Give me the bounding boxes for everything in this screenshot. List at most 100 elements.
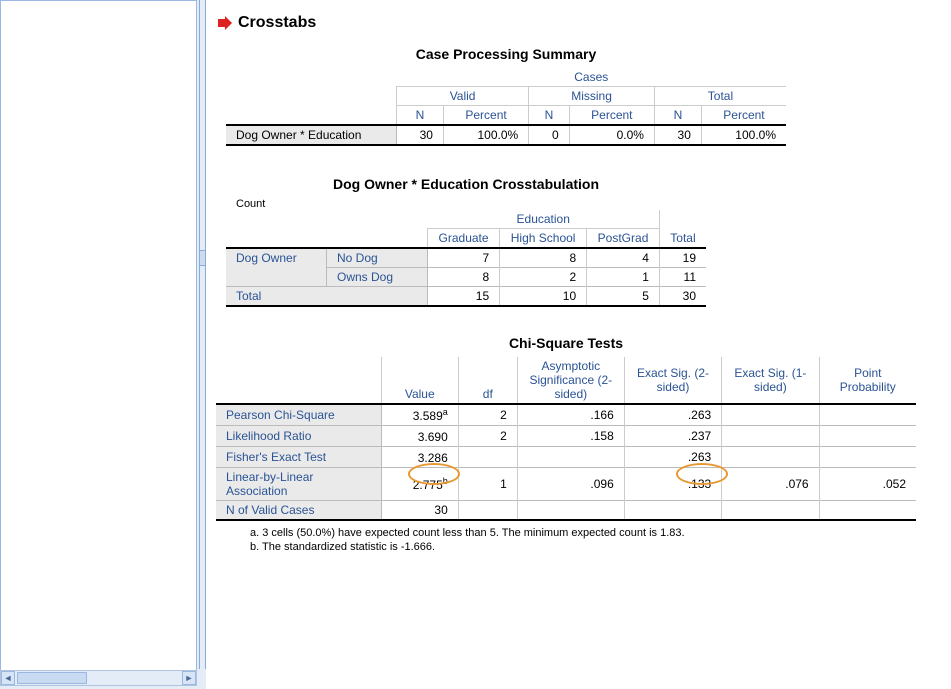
crosstab-col: PostGrad: [587, 229, 660, 249]
chi-col: Point Probability: [819, 357, 916, 404]
pane-splitter[interactable]: [199, 0, 206, 669]
col-percent: Percent: [701, 106, 786, 126]
section-arrow-icon: [216, 16, 232, 30]
cell: 3.589a: [381, 404, 458, 426]
cs-missing-n: 0: [529, 125, 570, 145]
chi-col: Asymptotic Significance (2-sided): [517, 357, 624, 404]
col-percent: Percent: [443, 106, 528, 126]
cell: 2: [458, 404, 517, 426]
chi-col: Exact Sig. (1-sided): [722, 357, 819, 404]
footnote-b: b. The standardized statistic is -1.666.: [250, 541, 916, 553]
cell: [819, 426, 916, 447]
cell: .158: [517, 426, 624, 447]
cell: .166: [517, 404, 624, 426]
chi-square-table: Value df Asymptotic Significance (2-side…: [216, 357, 916, 521]
col-group-missing: Missing: [529, 87, 655, 106]
cs-valid-n: 30: [397, 125, 444, 145]
cell: [722, 447, 819, 468]
chi-row-label: Fisher's Exact Test: [216, 447, 381, 468]
app-root: ◄ ► Crosstabs Case Processing Summary: [0, 0, 951, 689]
crosstab-total-row-label: Total: [226, 287, 428, 307]
output-content: Crosstabs Case Processing Summary Cases …: [206, 0, 951, 573]
chi-col: df: [458, 357, 517, 404]
cell: .096: [517, 468, 624, 501]
cell: .076: [722, 468, 819, 501]
chi-row-label: Pearson Chi-Square: [216, 404, 381, 426]
cell: 15: [428, 287, 500, 307]
chi-col: Value: [381, 357, 458, 404]
scroll-right-arrow-icon[interactable]: ►: [182, 671, 196, 685]
chi-row-label: Linear-by-Linear Association: [216, 468, 381, 501]
cell: 4: [587, 248, 660, 268]
cell: .237: [624, 426, 721, 447]
cell: .263: [624, 404, 721, 426]
cs-total-pct: 100.0%: [701, 125, 786, 145]
scroll-thumb[interactable]: [17, 672, 87, 684]
cs-total-n: 30: [654, 125, 701, 145]
cell: [458, 447, 517, 468]
output-viewer[interactable]: Crosstabs Case Processing Summary Cases …: [206, 0, 951, 689]
cell: 2: [458, 426, 517, 447]
crosstab-col: High School: [500, 229, 587, 249]
cell: [819, 404, 916, 426]
case-summary-title: Case Processing Summary: [226, 46, 786, 62]
crosstab-total-col: Total: [659, 210, 706, 248]
fisher-value-cell: 3.286: [381, 447, 458, 468]
col-group-valid: Valid: [397, 87, 529, 106]
crosstab-col: Graduate: [428, 229, 500, 249]
cell: [517, 447, 624, 468]
crosstab-col-super: Education: [428, 210, 660, 229]
cell: 30: [381, 501, 458, 521]
cell: 2.775b: [381, 468, 458, 501]
chi-col: Exact Sig. (2-sided): [624, 357, 721, 404]
chi-square-title: Chi-Square Tests: [216, 335, 916, 351]
crosstab-block: Dog Owner * Education Crosstabulation Co…: [226, 176, 706, 307]
cell: 30: [659, 287, 706, 307]
cell: 19: [659, 248, 706, 268]
section-title: Crosstabs: [238, 14, 316, 32]
crosstab-title: Dog Owner * Education Crosstabulation: [226, 176, 706, 192]
cell: 1: [587, 268, 660, 287]
case-summary-block: Case Processing Summary Cases Valid Miss…: [226, 46, 786, 146]
outline-pane[interactable]: [0, 0, 197, 671]
outline-scrollbar[interactable]: ◄ ►: [0, 670, 197, 686]
splitter-handle-icon[interactable]: [200, 250, 205, 266]
col-percent: Percent: [569, 106, 654, 126]
crosstab-table: Education Total Graduate High School Pos…: [226, 210, 706, 307]
cell: 8: [428, 268, 500, 287]
cell: [722, 426, 819, 447]
cell: [722, 501, 819, 521]
cell: 7: [428, 248, 500, 268]
chi-row-label: N of Valid Cases: [216, 501, 381, 521]
scroll-track[interactable]: [15, 671, 182, 685]
cell: 11: [659, 268, 706, 287]
col-n: N: [529, 106, 570, 126]
cell: .052: [819, 468, 916, 501]
cell: [624, 501, 721, 521]
cell: [517, 501, 624, 521]
crosstab-row-label: No Dog: [327, 248, 428, 268]
col-group-total: Total: [654, 87, 786, 106]
cell: 8: [500, 248, 587, 268]
case-summary-table: Cases Valid Missing Total N Percent N Pe…: [226, 68, 786, 146]
cs-missing-pct: 0.0%: [569, 125, 654, 145]
cell: [819, 501, 916, 521]
cases-super-header: Cases: [397, 68, 787, 87]
cell: [722, 404, 819, 426]
cell: 2: [500, 268, 587, 287]
col-n: N: [654, 106, 701, 126]
col-n: N: [397, 106, 444, 126]
cell: 3.690: [381, 426, 458, 447]
cell: [819, 447, 916, 468]
chi-square-block: Chi-Square Tests Value df Asymptotic Sig…: [216, 335, 916, 553]
cell: [458, 501, 517, 521]
scroll-left-arrow-icon[interactable]: ◄: [1, 671, 15, 685]
crosstab-row-label: Owns Dog: [327, 268, 428, 287]
crosstab-count-label: Count: [236, 198, 706, 210]
cs-row-label: Dog Owner * Education: [226, 125, 397, 145]
cell: 1: [458, 468, 517, 501]
section-header: Crosstabs: [216, 14, 931, 32]
cell: 5: [587, 287, 660, 307]
crosstab-row-super: Dog Owner: [226, 248, 327, 287]
cell: .133: [624, 468, 721, 501]
